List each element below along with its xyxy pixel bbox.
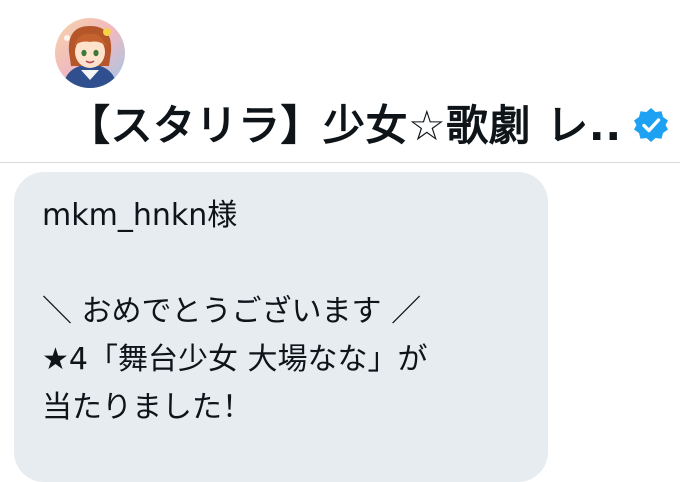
verified-badge-icon [634, 108, 668, 142]
account-display-name[interactable]: 【スタリラ】少女☆歌劇 レ... [68, 98, 620, 154]
message-recipient: mkm_hnkn様 [42, 198, 238, 233]
message-result: 当たりました！ [42, 390, 252, 425]
message-prize: ★4「舞台少女 大場なな」が [42, 342, 428, 377]
message-congrats: ＼ おめでとうございます ／ [42, 294, 422, 329]
header-divider [0, 162, 680, 163]
profile-avatar[interactable] [55, 18, 125, 88]
avatar-image [55, 18, 125, 88]
